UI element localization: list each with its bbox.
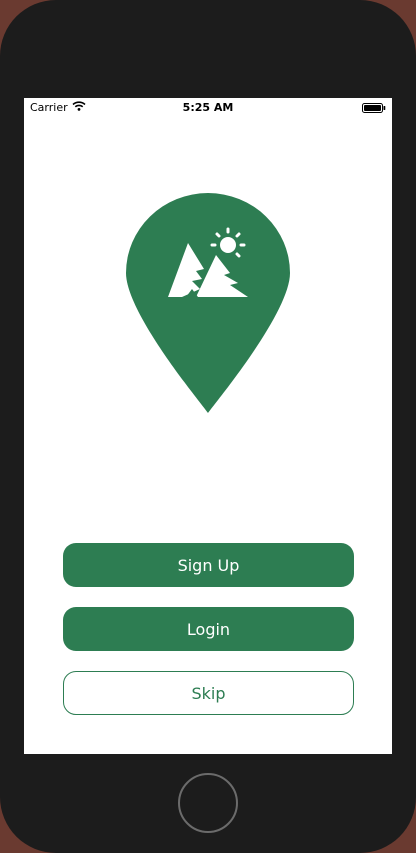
- home-button[interactable]: [178, 773, 238, 833]
- app-screen: Carrier 5:25 AM Sign Up Login Skip: [24, 98, 392, 754]
- sign-up-label: Sign Up: [177, 555, 240, 575]
- phone-frame: Carrier 5:25 AM Sign Up Login Skip: [0, 0, 416, 853]
- battery-icon: [362, 103, 386, 113]
- status-time: 5:25 AM: [182, 101, 234, 114]
- login-label: Login: [186, 619, 231, 639]
- skip-button[interactable]: Skip: [63, 671, 354, 715]
- map-pin-mountain-sun-icon: [126, 193, 290, 413]
- sign-up-button[interactable]: Sign Up: [63, 543, 354, 587]
- skip-label: Skip: [191, 683, 226, 703]
- status-bar: Carrier 5:25 AM: [24, 98, 392, 118]
- login-button[interactable]: Login: [63, 607, 354, 651]
